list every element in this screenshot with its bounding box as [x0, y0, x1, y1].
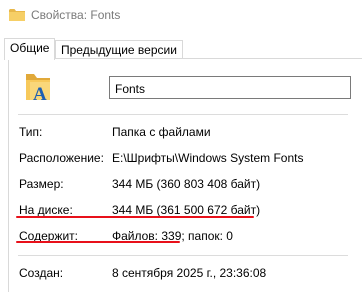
location-value: E:\Шрифты\Windows System Fonts — [112, 151, 304, 165]
tab-strip: Общие Предыдущие версии — [0, 31, 362, 60]
size-value: 344 МБ (360 803 408 байт) — [112, 177, 261, 191]
tab-general[interactable]: Общие — [4, 38, 56, 60]
window-title: Свойства: Fonts — [31, 8, 121, 22]
separator — [18, 114, 348, 115]
tab-previous-versions[interactable]: Предыдущие версии — [55, 40, 183, 59]
folder-name-field[interactable] — [109, 76, 351, 99]
separator — [18, 255, 348, 256]
created-label: Создан: — [19, 266, 64, 280]
location-label: Расположение: — [19, 151, 104, 165]
type-value: Папка с файлами — [112, 125, 211, 139]
highlight-underline-size-on-disk — [16, 216, 254, 218]
type-label: Тип: — [19, 125, 43, 139]
created-value: 8 сентября 2025 г., 23:36:08 — [112, 266, 267, 280]
size-on-disk-value: 344 МБ (361 500 672 байт) — [112, 203, 261, 217]
size-on-disk-label: На диске: — [19, 203, 73, 217]
size-label: Размер: — [19, 177, 64, 191]
font-folder-icon: A — [26, 74, 50, 104]
folder-icon — [9, 9, 25, 21]
title-bar: Свойства: Fonts — [0, 0, 362, 31]
highlight-underline-contains — [16, 241, 180, 243]
svg-text:A: A — [33, 84, 47, 104]
